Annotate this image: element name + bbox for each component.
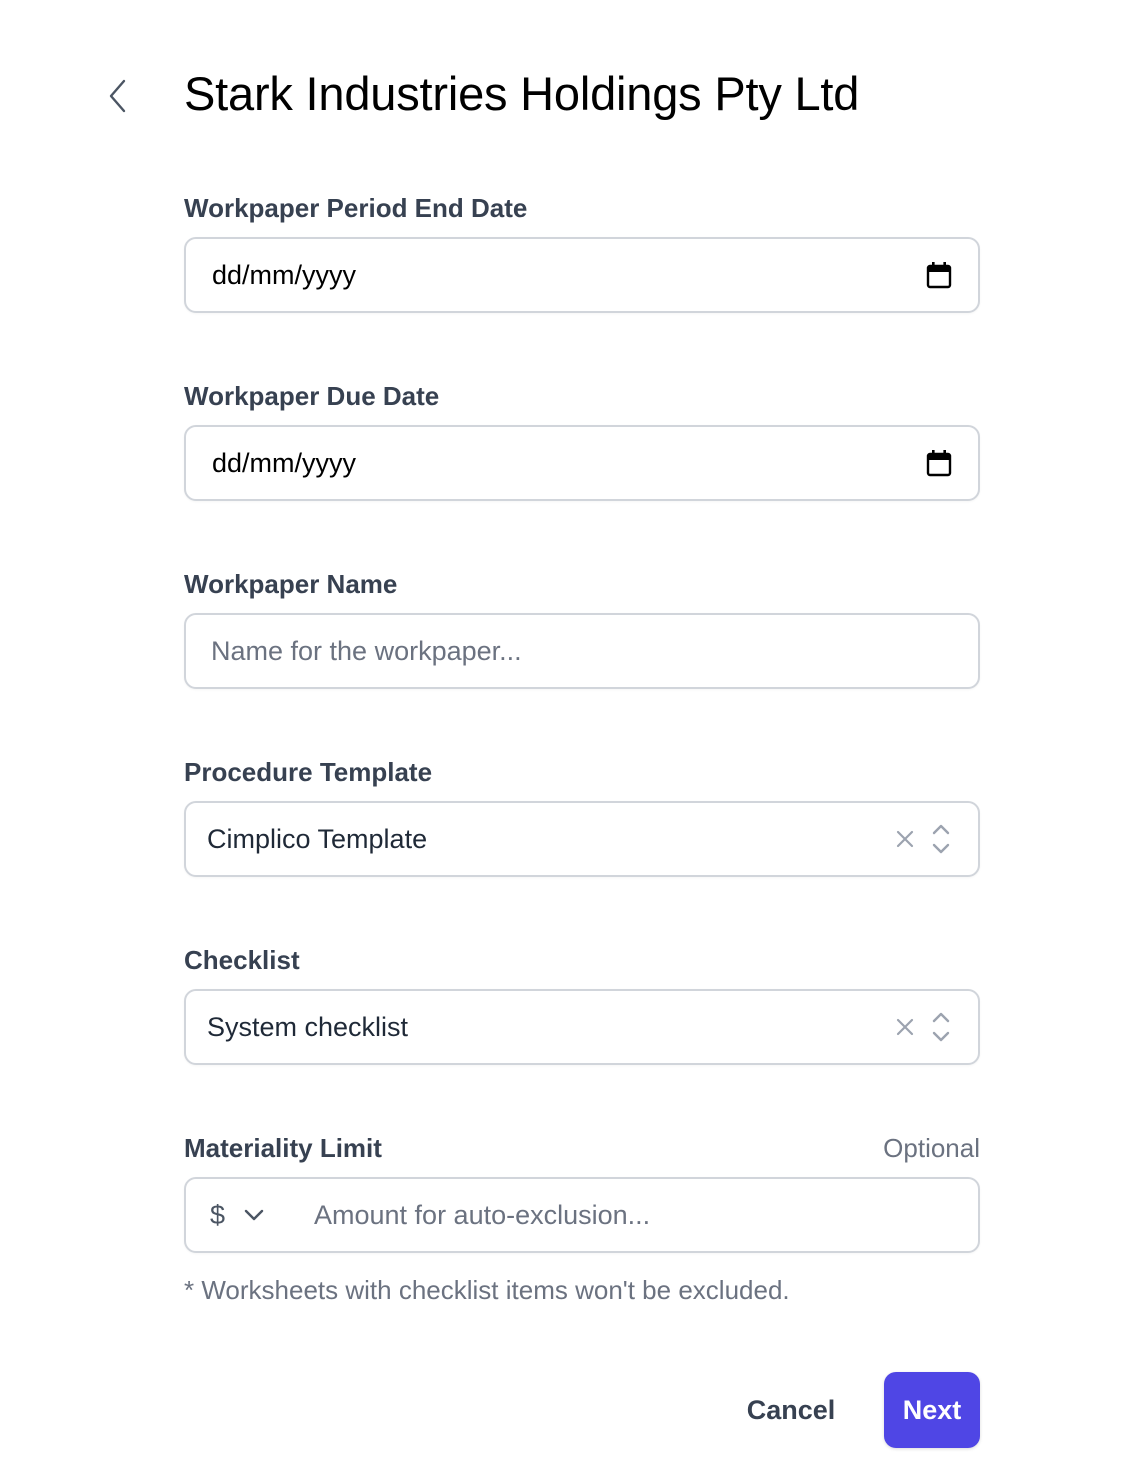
workpaper-name-input[interactable] <box>186 615 978 687</box>
period-end-date-field: Workpaper Period End Date dd/mm/yyyy <box>184 193 980 313</box>
chevron-up-down-icon[interactable] <box>930 822 952 856</box>
due-date-label: Workpaper Due Date <box>184 381 980 411</box>
checklist-label-text: Checklist <box>184 945 300 975</box>
optional-label: Optional <box>883 1133 980 1163</box>
period-end-date-label-text: Workpaper Period End Date <box>184 193 528 223</box>
currency-symbol: $ <box>210 1199 226 1230</box>
checklist-label: Checklist <box>184 945 980 975</box>
currency-select[interactable]: $ <box>186 1179 314 1251</box>
procedure-template-label-text: Procedure Template <box>184 757 433 787</box>
procedure-template-field: Procedure Template Cimplico Template <box>184 757 980 877</box>
procedure-template-label: Procedure Template <box>184 757 980 787</box>
checklist-field: Checklist System checklist <box>184 945 980 1065</box>
materiality-limit-field: Materiality Limit Optional $ * Worksheet… <box>184 1133 980 1305</box>
due-date-input[interactable]: dd/mm/yyyy <box>184 425 980 501</box>
chevron-left-icon <box>109 79 126 113</box>
close-icon[interactable] <box>894 828 916 850</box>
period-end-date-input[interactable]: dd/mm/yyyy <box>184 237 980 313</box>
page-title: Stark Industries Holdings Pty Ltd <box>184 67 860 120</box>
due-date-field: Workpaper Due Date dd/mm/yyyy <box>184 381 980 501</box>
chevron-up-down-icon[interactable] <box>930 1010 952 1044</box>
workpaper-name-box <box>184 613 980 689</box>
chevron-down-icon <box>244 1209 264 1221</box>
workpaper-name-label-text: Workpaper Name <box>184 569 398 599</box>
due-date-label-text: Workpaper Due Date <box>184 381 440 411</box>
back-button[interactable] <box>100 76 136 116</box>
workpaper-name-label: Workpaper Name <box>184 569 980 599</box>
procedure-template-select[interactable]: Cimplico Template <box>184 801 980 877</box>
calendar-icon[interactable] <box>926 261 952 289</box>
calendar-icon[interactable] <box>926 449 952 477</box>
materiality-amount-input[interactable] <box>314 1179 978 1251</box>
checklist-value: System checklist <box>207 1011 409 1042</box>
close-icon[interactable] <box>894 1016 916 1038</box>
cancel-button[interactable]: Cancel <box>730 1374 852 1446</box>
due-date-value[interactable]: dd/mm/yyyy <box>186 448 926 479</box>
materiality-limit-label: Materiality Limit Optional <box>184 1133 980 1163</box>
procedure-template-value: Cimplico Template <box>207 823 428 854</box>
period-end-date-label: Workpaper Period End Date <box>184 193 980 223</box>
materiality-hint: * Worksheets with checklist items won't … <box>184 1275 790 1305</box>
period-end-date-value[interactable]: dd/mm/yyyy <box>186 260 926 291</box>
materiality-limit-box: $ <box>184 1177 980 1253</box>
next-button[interactable]: Next <box>884 1372 980 1448</box>
materiality-limit-label-text: Materiality Limit <box>184 1133 382 1163</box>
workpaper-name-field: Workpaper Name <box>184 569 980 689</box>
checklist-select[interactable]: System checklist <box>184 989 980 1065</box>
